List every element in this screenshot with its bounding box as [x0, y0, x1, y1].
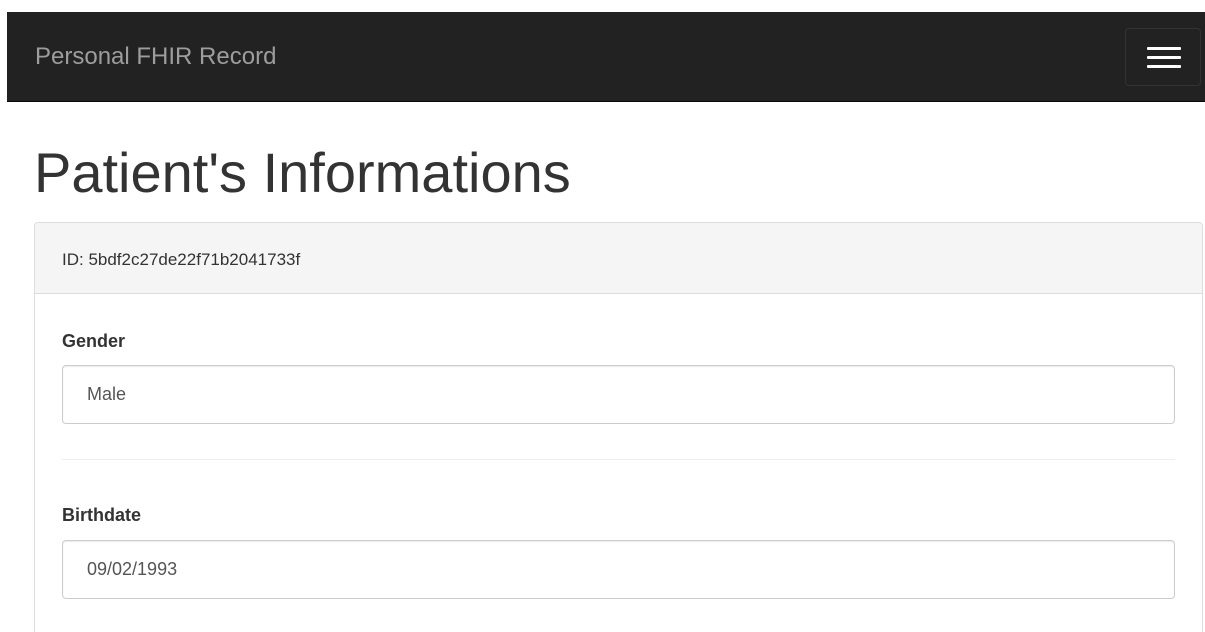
birthdate-label: Birthdate	[62, 505, 142, 525]
navbar-brand[interactable]: Personal FHIR Record	[35, 43, 276, 71]
gender-label: Gender	[62, 331, 126, 351]
hamburger-bar	[1147, 65, 1181, 68]
hamburger-bar	[1147, 56, 1181, 59]
page-title: Patient's Informations	[34, 141, 571, 204]
birthdate-field[interactable]	[62, 540, 1175, 599]
gender-field[interactable]	[62, 365, 1175, 424]
patient-id: ID: 5bdf2c27de22f71b2041733f	[62, 250, 301, 269]
top-navbar: Personal FHIR Record	[7, 12, 1205, 102]
section-divider	[62, 459, 1175, 460]
panel-heading: ID: 5bdf2c27de22f71b2041733f	[35, 223, 1202, 294]
page: Personal FHIR Record Patient's Informati…	[0, 0, 1205, 632]
hamburger-bar	[1147, 47, 1181, 50]
menu-toggle-button[interactable]	[1125, 28, 1201, 86]
patient-panel: ID: 5bdf2c27de22f71b2041733f Gender Birt…	[34, 222, 1203, 632]
